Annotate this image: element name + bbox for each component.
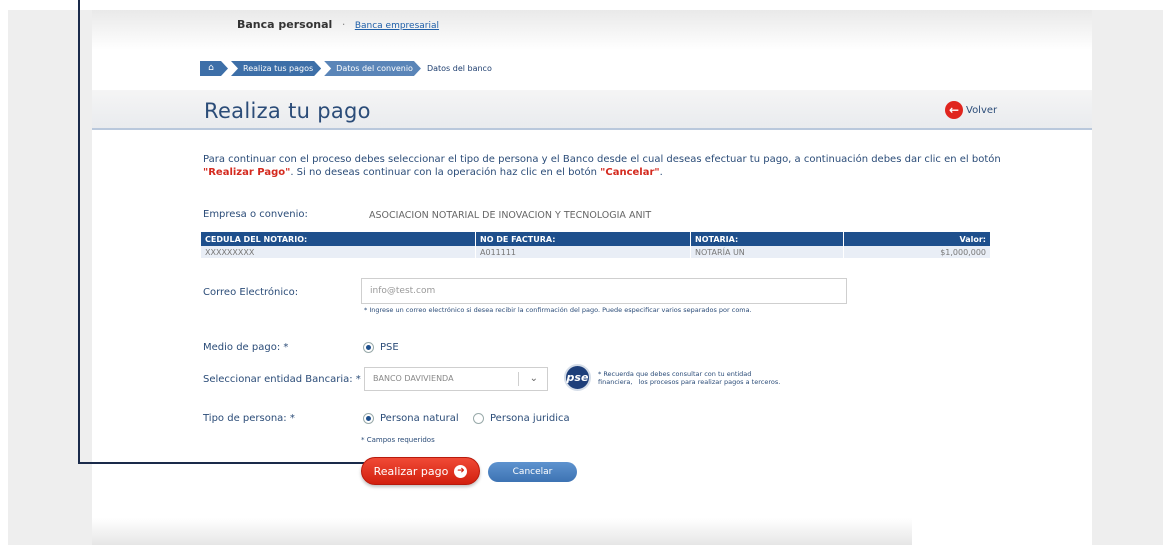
table-row: XXXXXXXXX A011111 NOTARÍA UN $1,000,000 (201, 246, 991, 258)
person-type-label: Tipo de persona: * (203, 413, 295, 424)
email-field[interactable] (361, 278, 847, 304)
table-header-row: CEDULA DEL NOTARIO: NO DE FACTURA: NOTAR… (201, 232, 991, 246)
pse-logo-text: pse (566, 371, 589, 384)
pse-note-line1: * Recuerda que debes consultar con tu en… (598, 370, 752, 378)
table-header: CEDULA DEL NOTARIO: (201, 232, 476, 246)
required-fields-note: * Campos requeridos (361, 436, 435, 444)
table-cell: NOTARÍA UN (690, 246, 844, 258)
invoice-table: CEDULA DEL NOTARIO: NO DE FACTURA: NOTAR… (201, 232, 991, 258)
email-label: Correo Electrónico: (203, 287, 299, 298)
radio-selected-icon (363, 342, 374, 353)
bank-select[interactable]: BANCO DAVIVIENDA ⌄ (364, 367, 548, 391)
arrow-left-circle-icon: ← (945, 101, 963, 119)
radio-pse-label: PSE (380, 342, 399, 353)
instructions-highlight-pay: "Realizar Pago" (203, 167, 291, 178)
radio-persona-juridica-label: Persona juridica (490, 413, 570, 424)
radio-selected-icon (363, 413, 374, 424)
pse-note: * Recuerda que debes consultar con tu en… (598, 370, 780, 386)
banca-empresarial-link[interactable]: Banca empresarial (355, 21, 439, 31)
pse-note-line2: financiera, los procesos para realizar p… (598, 378, 781, 386)
breadcrumb-item-realiza-pagos[interactable]: Realiza tus pagos (231, 61, 321, 76)
instructions-text: Para continuar con el proceso debes sele… (203, 153, 1003, 179)
pse-logo: pse (564, 364, 591, 391)
breadcrumb-item-datos-convenio[interactable]: Datos del convenio (324, 61, 421, 76)
breadcrumb-current: Datos del banco (426, 64, 492, 73)
breadcrumb-home[interactable]: ⌂ (200, 61, 228, 76)
select-divider (518, 372, 519, 386)
back-label: Volver (966, 104, 998, 116)
company-label: Empresa o convenio: (203, 209, 308, 220)
table-header: NO DE FACTURA: (475, 232, 691, 246)
home-icon: ⌂ (208, 63, 214, 73)
radio-pse[interactable]: PSE (363, 342, 399, 353)
email-hint: * Ingrese un correo electrónico si desea… (364, 306, 752, 314)
company-value: ASOCIACION NOTARIAL DE INOVACION Y TECNO… (369, 210, 652, 221)
bank-select-value: BANCO DAVIVIENDA (373, 374, 454, 383)
table-cell: $1,000,000 (843, 246, 991, 258)
payment-method-label: Medio de pago: * (203, 342, 289, 353)
radio-persona-natural[interactable]: Persona natural (363, 413, 459, 424)
chevron-down-icon: ⌄ (529, 373, 538, 384)
radio-persona-juridica[interactable]: Persona juridica (473, 413, 570, 424)
instructions-part3: . (659, 167, 663, 178)
footer-shade (92, 518, 912, 545)
top-links: Banca personal · Banca empresarial (237, 18, 439, 31)
instructions-highlight-cancel: "Cancelar" (600, 167, 660, 178)
radio-unselected-icon (473, 413, 484, 424)
instructions-part1: Para continuar con el proceso debes sele… (203, 154, 1001, 165)
table-cell: XXXXXXXXX (201, 246, 476, 258)
realizar-pago-label: Realizar pago (373, 464, 449, 478)
breadcrumb: ⌂ Realiza tus pagos Datos del convenio D… (200, 61, 492, 76)
instructions-part2: . Si no deseas continuar con la operació… (290, 167, 601, 178)
page-title: Realiza tu pago (204, 99, 371, 123)
bank-label: Seleccionar entidad Bancaria: * (203, 374, 361, 385)
table-header: NOTARIA: (690, 232, 844, 246)
cancel-button[interactable]: Cancelar (488, 462, 577, 482)
arrow-right-circle-icon: ➜ (454, 464, 468, 478)
annotation-line-vertical (78, 0, 80, 463)
realizar-pago-button[interactable]: Realizar pago ➜ (361, 457, 480, 485)
banca-personal-link[interactable]: Banca personal (237, 18, 332, 31)
back-button[interactable]: ← Volver (945, 101, 997, 119)
table-header: Valor: (843, 232, 991, 246)
top-links-separator: · (341, 18, 346, 31)
table-cell: A011111 (475, 246, 691, 258)
radio-persona-natural-label: Persona natural (380, 413, 459, 424)
annotation-line-horizontal (78, 462, 364, 464)
